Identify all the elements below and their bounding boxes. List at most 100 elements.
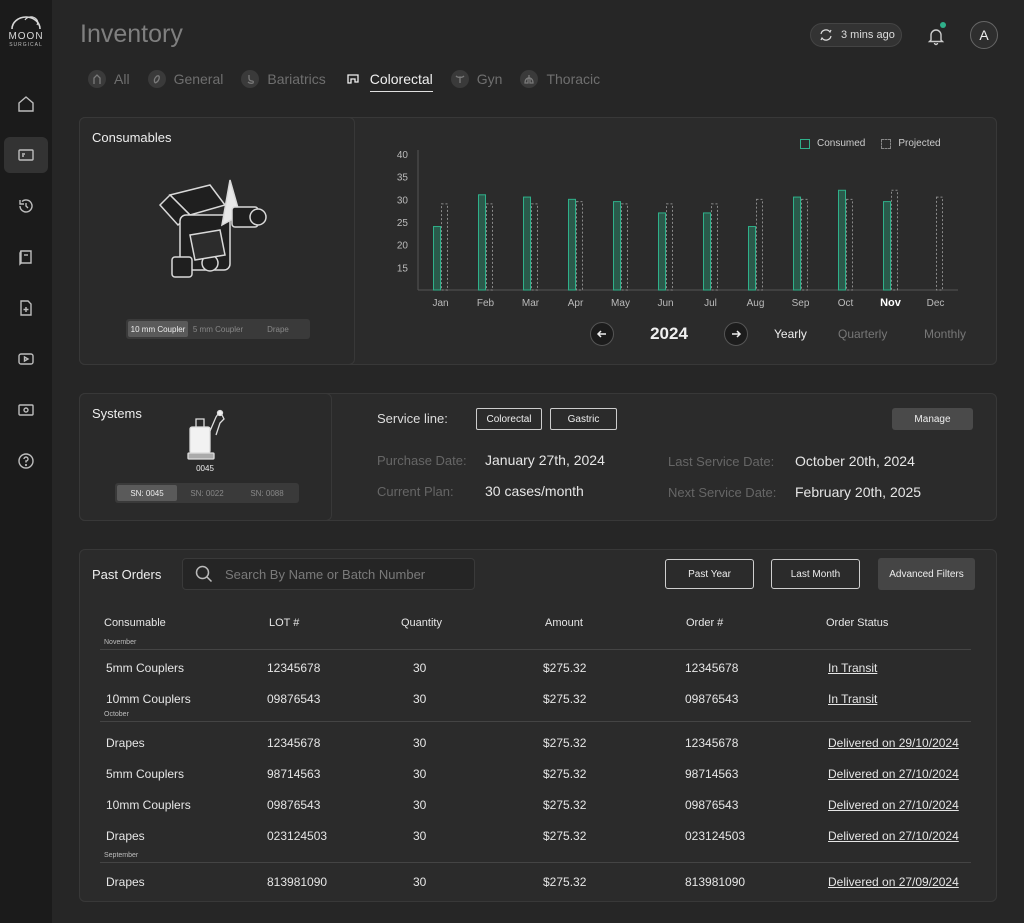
manage-button[interactable]: Manage xyxy=(892,408,973,430)
order-cell-qty: 30 xyxy=(413,661,427,675)
bar-consumed-jan[interactable] xyxy=(433,226,441,291)
nav-documents[interactable] xyxy=(4,290,48,326)
order-cell-name: Drapes xyxy=(106,875,145,889)
column-quantity[interactable]: Quantity xyxy=(401,617,442,629)
x-tick-label[interactable]: Mar xyxy=(522,298,540,309)
order-status-link[interactable]: Delivered on 27/10/2024 xyxy=(828,829,959,843)
order-cell-qty: 30 xyxy=(413,692,427,706)
order-status-link[interactable]: Delivered on 27/10/2024 xyxy=(828,767,959,781)
x-tick-label[interactable]: Jun xyxy=(657,298,673,309)
advanced-filters-button[interactable]: Advanced Filters xyxy=(878,558,975,590)
brand-logo: MOON SURGICAL xyxy=(6,16,46,56)
x-tick-label[interactable]: Jan xyxy=(432,298,448,309)
order-cell-lot: 98714563 xyxy=(267,767,321,781)
x-tick-label[interactable]: Jul xyxy=(704,298,717,309)
bar-consumed-jun[interactable] xyxy=(658,212,666,291)
search-input[interactable] xyxy=(225,566,465,582)
bar-projected-jan[interactable] xyxy=(441,203,448,291)
bar-projected-feb[interactable] xyxy=(486,203,493,291)
nav-history[interactable] xyxy=(4,188,48,224)
bar-consumed-nov[interactable] xyxy=(883,201,891,291)
tab-bariatrics[interactable]: Bariatrics xyxy=(241,66,326,92)
order-status-link[interactable]: In Transit xyxy=(828,692,877,706)
tab-all[interactable]: All xyxy=(88,66,130,92)
option-sn-0045[interactable]: SN: 0045 xyxy=(117,485,177,501)
order-status-link[interactable]: Delivered on 27/10/2024 xyxy=(828,798,959,812)
nav-catalog[interactable] xyxy=(4,239,48,275)
year-label: 2024 xyxy=(650,324,688,343)
prev-year-button[interactable] xyxy=(590,322,614,346)
tab-general[interactable]: General xyxy=(147,66,223,92)
bar-consumed-sep[interactable] xyxy=(793,196,801,291)
inventory-icon xyxy=(18,149,34,161)
nav-help[interactable] xyxy=(4,443,48,479)
bar-projected-dec[interactable] xyxy=(936,196,943,291)
page-title: Inventory xyxy=(80,20,183,48)
order-cell-lot: 023124503 xyxy=(267,829,328,843)
x-tick-label[interactable]: May xyxy=(611,298,630,309)
bar-consumed-oct[interactable] xyxy=(838,189,846,291)
service-line-gastric[interactable]: Gastric xyxy=(550,408,617,430)
tab-label: Colorectal xyxy=(369,71,433,92)
option-10mm-coupler[interactable]: 10 mm Coupler xyxy=(128,321,188,337)
bar-consumed-feb[interactable] xyxy=(478,194,486,291)
x-tick-label[interactable]: Oct xyxy=(838,298,854,309)
avatar[interactable]: A xyxy=(970,21,998,49)
bar-consumed-apr[interactable] xyxy=(568,198,576,291)
bar-projected-jul[interactable] xyxy=(711,203,718,291)
nav-videos[interactable] xyxy=(4,341,48,377)
nav-home[interactable] xyxy=(4,86,48,122)
tab-colorectal[interactable]: Colorectal xyxy=(344,66,433,92)
nav-inventory[interactable] xyxy=(4,137,48,173)
order-status-link[interactable]: Delivered on 27/09/2024 xyxy=(828,875,959,889)
option-sn-0088[interactable]: SN: 0088 xyxy=(237,485,297,501)
order-status-link[interactable]: Delivered on 29/10/2024 xyxy=(828,736,959,750)
bar-projected-nov[interactable] xyxy=(891,189,898,291)
year-navigator: 2024 xyxy=(590,322,748,346)
order-status-link[interactable]: In Transit xyxy=(828,661,877,675)
bar-projected-sep[interactable] xyxy=(801,198,808,291)
tab-gyn[interactable]: Gyn xyxy=(450,66,502,92)
service-line-colorectal[interactable]: Colorectal xyxy=(476,408,542,430)
bar-projected-mar[interactable] xyxy=(531,203,538,291)
option-5mm-coupler[interactable]: 5 mm Coupler xyxy=(188,321,248,337)
bar-projected-oct[interactable] xyxy=(846,198,853,291)
column-status[interactable]: Order Status xyxy=(826,617,888,629)
notifications-button[interactable] xyxy=(926,26,946,51)
option-drape[interactable]: Drape xyxy=(248,321,308,337)
period-yearly[interactable]: Yearly xyxy=(774,327,807,341)
bar-projected-apr[interactable] xyxy=(576,201,583,291)
option-sn-0022[interactable]: SN: 0022 xyxy=(177,485,237,501)
next-year-button[interactable] xyxy=(724,322,748,346)
bar-projected-aug[interactable] xyxy=(756,198,763,291)
tab-thoracic[interactable]: Thoracic xyxy=(520,66,600,92)
x-tick-label[interactable]: Dec xyxy=(927,298,945,309)
bar-consumed-mar[interactable] xyxy=(523,196,531,291)
filter-past-year[interactable]: Past Year xyxy=(665,559,754,589)
x-tick-label[interactable]: Nov xyxy=(880,297,902,309)
bar-consumed-aug[interactable] xyxy=(748,226,756,291)
column-lot[interactable]: LOT # xyxy=(269,617,299,629)
bar-consumed-may[interactable] xyxy=(613,201,621,291)
document-add-icon xyxy=(20,300,32,316)
order-cell-name: Drapes xyxy=(106,736,145,750)
filter-last-month[interactable]: Last Month xyxy=(771,559,860,589)
period-quarterly[interactable]: Quarterly xyxy=(838,327,887,341)
x-tick-label[interactable]: Apr xyxy=(568,298,584,309)
bar-consumed-jul[interactable] xyxy=(703,212,711,291)
bar-projected-jun[interactable] xyxy=(666,203,673,291)
current-plan-value: 30 cases/month xyxy=(485,483,584,499)
order-cell-order: 12345678 xyxy=(685,736,739,750)
column-amount[interactable]: Amount xyxy=(545,617,583,629)
bar-projected-may[interactable] xyxy=(621,203,628,291)
column-consumable[interactable]: Consumable xyxy=(104,617,166,629)
sync-button[interactable]: 3 mins ago xyxy=(810,23,902,47)
x-tick-label[interactable]: Aug xyxy=(747,298,765,309)
nav-support[interactable] xyxy=(4,392,48,428)
x-tick-label[interactable]: Feb xyxy=(477,298,495,309)
column-order[interactable]: Order # xyxy=(686,617,723,629)
period-monthly[interactable]: Monthly xyxy=(924,327,966,341)
monitor-icon xyxy=(18,404,34,416)
x-tick-label[interactable]: Sep xyxy=(792,298,810,309)
coupler-product-image xyxy=(158,179,267,278)
